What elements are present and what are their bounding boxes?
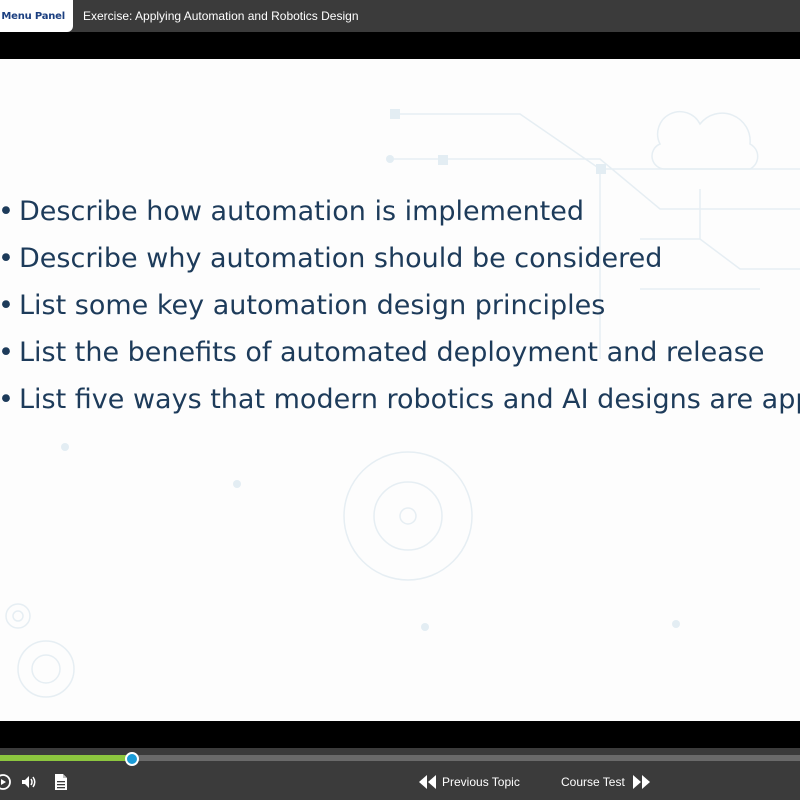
double-chevron-right-icon xyxy=(632,775,650,789)
menu-panel-button[interactable]: Menu Panel xyxy=(0,0,73,32)
course-test-button[interactable]: Course Test xyxy=(561,772,651,792)
slide-content: Describe how automation is implemented D… xyxy=(0,59,800,721)
list-item: List five ways that modern robotics and … xyxy=(0,383,800,430)
transcript-icon[interactable] xyxy=(52,773,70,791)
replay-icon[interactable] xyxy=(0,773,12,791)
list-item: List some key automation design principl… xyxy=(0,289,800,336)
player-control-bar: Previous Topic Course Test xyxy=(0,748,800,800)
progress-fill xyxy=(0,755,132,761)
list-item: Describe why automation should be consid… xyxy=(0,242,800,289)
volume-icon[interactable] xyxy=(20,773,38,791)
list-item: Describe how automation is implemented xyxy=(0,195,800,242)
top-bar: Menu Panel Exercise: Applying Automation… xyxy=(0,0,800,32)
menu-panel-label: Menu Panel xyxy=(1,10,65,22)
objectives-list: Describe how automation is implemented D… xyxy=(0,195,800,430)
progress-scrubber[interactable] xyxy=(125,752,139,766)
list-item: List the benefits of automated deploymen… xyxy=(0,336,800,383)
previous-topic-label: Previous Topic xyxy=(442,775,520,789)
course-test-label: Course Test xyxy=(561,775,625,789)
double-chevron-left-icon xyxy=(419,775,436,789)
course-title: Exercise: Applying Automation and Roboti… xyxy=(83,9,359,23)
letterbox-bottom xyxy=(0,721,800,748)
letterbox-top xyxy=(0,32,800,59)
previous-topic-button[interactable]: Previous Topic xyxy=(418,772,520,792)
